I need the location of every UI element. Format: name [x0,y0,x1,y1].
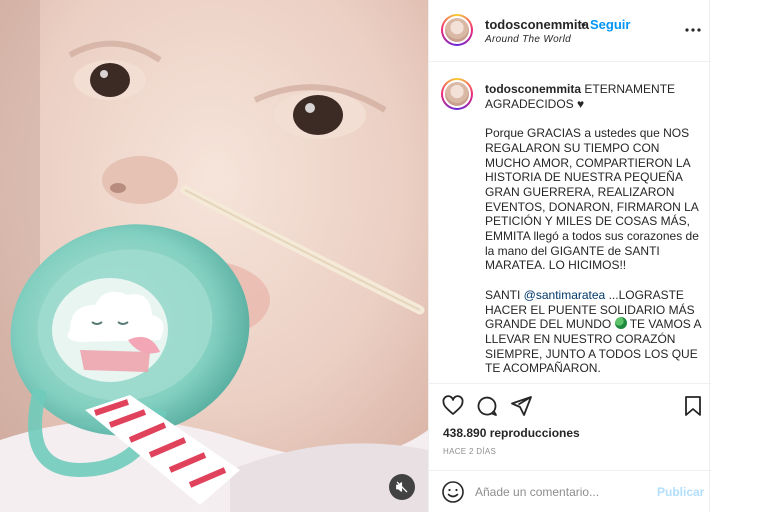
caption-paragraph: Porque GRACIAS a ustedes que NOS REGALAR… [485,126,699,273]
post-panel: todosconemmita • Seguir Around The World… [428,0,711,512]
caption-username[interactable]: todosconemmita [485,82,581,96]
heart-icon[interactable] [441,394,465,418]
mute-icon[interactable] [389,474,415,500]
comment-icon[interactable] [475,394,499,418]
post-header: todosconemmita • Seguir Around The World [429,0,711,62]
caption-text-part: SANTI [485,287,524,302]
caption-avatar[interactable] [441,78,473,110]
caption-text: todosconemmita ETERNAMENTE AGRADECIDOS ♥… [485,82,703,376]
header-username[interactable]: todosconemmita [485,17,589,32]
separator-dot: • [581,17,586,32]
baby-photo [0,0,428,512]
bookmark-icon[interactable] [681,394,705,418]
location-link[interactable]: Around The World [485,34,571,45]
caption-paragraph-mention: SANTI @santimaratea ...LOGRASTE HACER EL… [485,288,703,376]
comment-input[interactable] [475,481,645,503]
more-horizontal-icon[interactable] [685,22,701,38]
globe-emoji-icon [614,317,627,330]
post-timestamp[interactable]: HACE 2 DÍAS [443,447,496,456]
action-bar [429,384,711,428]
share-icon[interactable] [509,394,533,418]
publish-button[interactable]: Publicar [657,485,704,499]
follow-button[interactable]: Seguir [590,17,630,32]
comment-bar: Publicar [429,470,711,512]
mention-link[interactable]: @santimaratea [524,288,606,302]
post-video[interactable] [0,0,428,512]
emoji-icon[interactable] [441,480,465,504]
avatar[interactable] [441,14,473,46]
caption: todosconemmita ETERNAMENTE AGRADECIDOS ♥… [429,62,711,384]
view-count[interactable]: 438.890 reproducciones [443,426,580,440]
